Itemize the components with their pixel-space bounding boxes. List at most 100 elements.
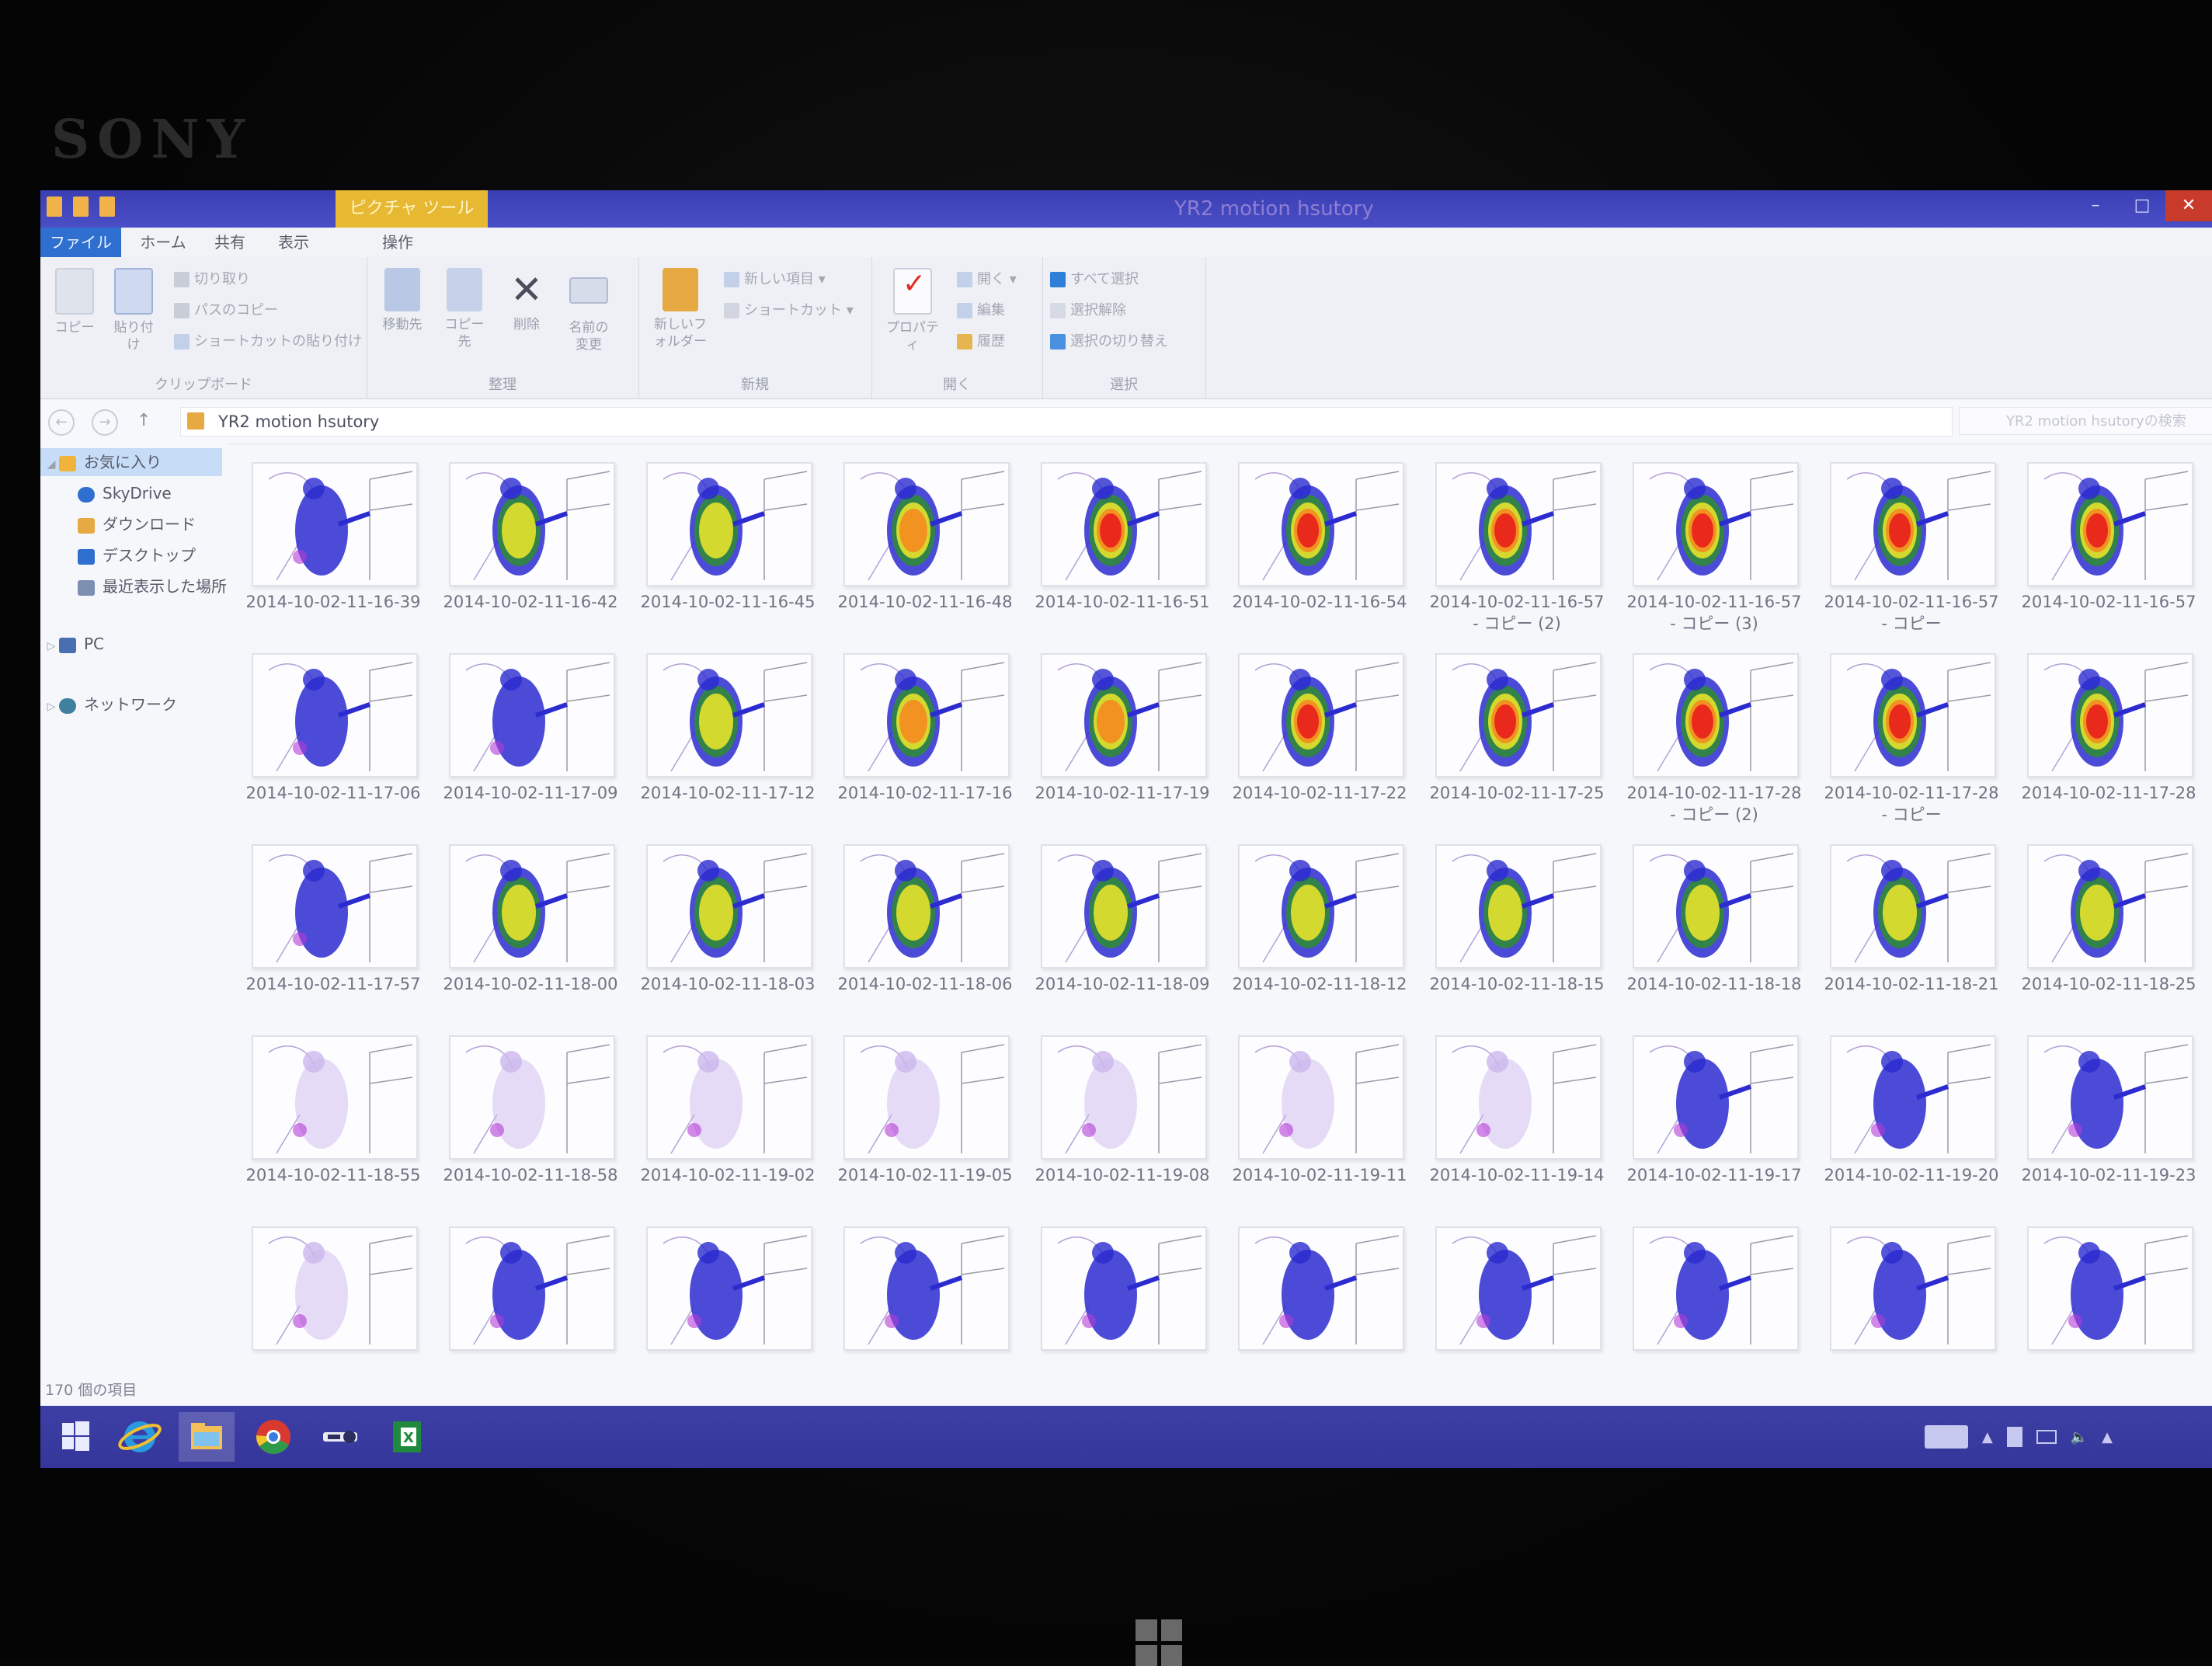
file-item[interactable]: 2014-10-02-11-17-28 - コピー: [1822, 653, 2001, 840]
file-item[interactable]: 2014-10-02-11-19-14: [1428, 1035, 1606, 1222]
file-item[interactable]: 2014-10-02-11-16-57 - コピー (2): [1428, 462, 1606, 649]
properties-icon[interactable]: [73, 197, 89, 217]
tab-home[interactable]: ホーム: [132, 228, 194, 257]
file-item[interactable]: 2014-10-02-11-17-28 - コピー (2): [1625, 653, 1803, 840]
file-item[interactable]: 2014-10-02-11-18-09: [1033, 844, 1212, 1031]
file-item[interactable]: [1428, 1226, 1606, 1379]
file-item[interactable]: [1625, 1226, 1803, 1379]
file-item[interactable]: 2014-10-02-11-18-06: [836, 844, 1014, 1031]
file-item[interactable]: 2014-10-02-11-18-55: [244, 1035, 423, 1222]
select-none-button[interactable]: 選択解除: [1050, 299, 1126, 322]
file-item[interactable]: 2014-10-02-11-18-12: [1230, 844, 1409, 1031]
forward-button[interactable]: →: [92, 409, 118, 436]
file-item[interactable]: [638, 1226, 817, 1379]
nav-item-network[interactable]: ▷ ネットワーク: [40, 690, 177, 718]
taskbar-internet-explorer[interactable]: [112, 1412, 168, 1462]
file-item[interactable]: 2014-10-02-11-16-42: [441, 462, 620, 649]
easy-access-button[interactable]: ショートカット ▾: [724, 299, 854, 322]
file-item[interactable]: 2014-10-02-11-19-02: [638, 1035, 817, 1222]
taskbar-file-explorer[interactable]: [179, 1412, 235, 1462]
copy-path-button[interactable]: パスのコピー: [174, 299, 278, 322]
paste-button[interactable]: 貼り付け: [109, 268, 158, 353]
file-item[interactable]: 2014-10-02-11-17-25: [1428, 653, 1606, 840]
minimize-button[interactable]: –: [2072, 190, 2119, 221]
close-button[interactable]: ✕: [2165, 190, 2212, 221]
file-item[interactable]: 2014-10-02-11-16-48: [836, 462, 1014, 649]
file-item[interactable]: 2014-10-02-11-18-03: [638, 844, 817, 1031]
file-item[interactable]: 2014-10-02-11-17-22: [1230, 653, 1409, 840]
new-folder-icon[interactable]: [99, 197, 115, 217]
volume-icon[interactable]: 🔈: [2071, 1429, 2088, 1445]
file-item[interactable]: 2014-10-02-11-16-57 - コピー: [1822, 462, 2001, 649]
flag-icon[interactable]: [2006, 1427, 2022, 1447]
paste-shortcut-button[interactable]: ショートカットの貼り付け: [174, 330, 362, 353]
file-item[interactable]: 2014-10-02-11-17-16: [836, 653, 1014, 840]
up-arrow-icon[interactable]: ↑: [137, 411, 151, 430]
file-item[interactable]: 2014-10-02-11-19-08: [1033, 1035, 1212, 1222]
tab-share[interactable]: 共有: [202, 228, 258, 257]
nav-item-pc[interactable]: ▷ PC: [40, 630, 104, 658]
file-item[interactable]: 2014-10-02-11-19-17: [1625, 1035, 1803, 1222]
chevron-right-icon[interactable]: ▷: [43, 632, 59, 660]
file-item[interactable]: 2014-10-02-11-17-09: [441, 653, 620, 840]
file-item[interactable]: 2014-10-02-11-16-57: [2019, 462, 2198, 649]
open-button[interactable]: 開く ▾: [957, 268, 1017, 291]
chevron-down-icon[interactable]: ◢: [43, 450, 59, 478]
file-item[interactable]: 2014-10-02-11-17-12: [638, 653, 817, 840]
file-item[interactable]: 2014-10-02-11-17-19: [1033, 653, 1212, 840]
file-item[interactable]: 2014-10-02-11-19-20: [1822, 1035, 2001, 1222]
network-icon[interactable]: ▲: [2102, 1429, 2113, 1445]
file-item[interactable]: 2014-10-02-11-16-54: [1230, 462, 1409, 649]
file-item[interactable]: [1230, 1226, 1409, 1379]
taskbar-key-app[interactable]: [312, 1412, 368, 1462]
nav-item-skydrive[interactable]: SkyDrive: [40, 479, 172, 507]
file-item[interactable]: 2014-10-02-11-16-39: [244, 462, 423, 649]
keyboard-icon[interactable]: [1924, 1425, 1968, 1449]
file-item[interactable]: 2014-10-02-11-16-51: [1033, 462, 1212, 649]
file-item[interactable]: 2014-10-02-11-18-58: [441, 1035, 620, 1222]
file-item[interactable]: 2014-10-02-11-17-28: [2019, 653, 2198, 840]
select-all-button[interactable]: すべて選択: [1050, 268, 1139, 291]
nav-item-favorites[interactable]: ◢ お気に入り: [40, 448, 222, 476]
battery-icon[interactable]: [2036, 1430, 2057, 1444]
move-to-button[interactable]: 移動先: [377, 268, 427, 333]
file-item[interactable]: 2014-10-02-11-19-05: [836, 1035, 1014, 1222]
search-input[interactable]: YR2 motion hsutoryの検索: [1959, 407, 2212, 435]
file-item[interactable]: [836, 1226, 1014, 1379]
hardware-windows-key[interactable]: [1136, 1619, 1182, 1666]
rename-button[interactable]: 名前の変更: [564, 268, 614, 353]
file-item[interactable]: 2014-10-02-11-18-18: [1625, 844, 1803, 1031]
clock[interactable]: [2127, 1417, 2196, 1456]
nav-item-recent-places[interactable]: 最近表示した場所: [40, 572, 227, 600]
maximize-button[interactable]: □: [2119, 190, 2165, 221]
start-button[interactable]: [47, 1412, 103, 1462]
address-bar[interactable]: YR2 motion hsutory ⟳: [180, 407, 2061, 436]
taskbar-chrome[interactable]: [245, 1412, 301, 1462]
file-item[interactable]: 2014-10-02-11-16-45: [638, 462, 817, 649]
tab-manage[interactable]: 操作: [367, 228, 429, 257]
taskbar-excel[interactable]: X: [379, 1412, 435, 1462]
file-item[interactable]: 2014-10-02-11-18-15: [1428, 844, 1606, 1031]
copy-to-button[interactable]: コピー先: [440, 268, 489, 350]
file-item[interactable]: 2014-10-02-11-19-11: [1230, 1035, 1409, 1222]
file-item[interactable]: 2014-10-02-11-17-57: [244, 844, 423, 1031]
file-item[interactable]: 2014-10-02-11-18-21: [1822, 844, 2001, 1031]
file-item[interactable]: [1822, 1226, 2001, 1379]
nav-item-downloads[interactable]: ダウンロード: [40, 510, 196, 538]
file-item[interactable]: [244, 1226, 423, 1379]
delete-button[interactable]: ✕ 削除: [502, 268, 551, 333]
tab-file[interactable]: ファイル: [40, 228, 121, 257]
folder-icon[interactable]: [47, 197, 62, 217]
file-item[interactable]: 2014-10-02-11-18-00: [441, 844, 620, 1031]
new-folder-button[interactable]: 新しいフォルダー: [649, 268, 711, 350]
copy-button[interactable]: コピー: [50, 268, 99, 336]
chevron-right-icon[interactable]: ▷: [43, 693, 59, 721]
back-button[interactable]: ←: [48, 409, 75, 436]
file-item[interactable]: [2019, 1226, 2198, 1379]
file-item[interactable]: 2014-10-02-11-17-06: [244, 653, 423, 840]
nav-item-desktop[interactable]: デスクトップ: [40, 541, 196, 569]
cut-button[interactable]: 切り取り: [174, 268, 250, 291]
invert-selection-button[interactable]: 選択の切り替え: [1050, 330, 1168, 353]
file-item[interactable]: [441, 1226, 620, 1379]
history-button[interactable]: 履歴: [957, 330, 1005, 353]
